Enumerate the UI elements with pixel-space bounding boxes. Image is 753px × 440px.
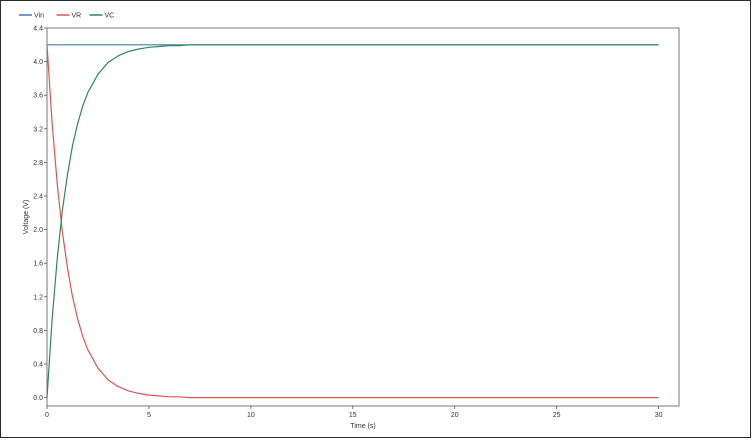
- plot-border: [46, 27, 680, 407]
- y-tick-label: 2.0: [33, 227, 43, 234]
- y-axis-label: Voltage (V): [23, 200, 30, 235]
- y-tick-label: 0.0: [33, 395, 43, 402]
- x-tick-label: 30: [655, 412, 663, 419]
- legend-label: Vin: [34, 13, 44, 20]
- y-tick-label: 0.8: [33, 328, 43, 335]
- line-chart: 0 5 10 15 20 25 30 0.0 0.4 0.8 1.2 1.6 2.0 2.4 2.8 3.2…: [19, 13, 680, 430]
- legend: Vin VR VC: [19, 13, 114, 20]
- x-axis: 0 5 10 15 20 25 30: [45, 406, 663, 419]
- y-tick-label: 4.4: [33, 26, 43, 33]
- y-tick-label: 0.4: [33, 362, 43, 369]
- x-tick-label: 25: [553, 412, 561, 419]
- x-axis-label: Time (s): [350, 423, 375, 430]
- legend-item-vin: Vin: [19, 13, 44, 20]
- y-tick-label: 1.6: [33, 261, 43, 268]
- series-layer: [46, 44, 659, 399]
- legend-label: VR: [72, 13, 82, 20]
- y-tick-label: 1.2: [33, 294, 43, 301]
- x-tick-label: 0: [45, 412, 49, 419]
- y-tick-label: 3.6: [33, 93, 43, 100]
- chart-frame: 0 5 10 15 20 25 30 0.0 0.4 0.8 1.2 1.6 2.0 2.4 2.8 3.2…: [0, 0, 751, 438]
- y-tick-label: 2.4: [33, 194, 43, 201]
- y-tick-label: 2.8: [33, 160, 43, 167]
- series-line-vc: [46, 44, 659, 398]
- legend-item-vc: VC: [89, 13, 115, 20]
- x-tick-label: 10: [247, 412, 255, 419]
- x-tick-label: 15: [349, 412, 357, 419]
- plot-area: [46, 27, 680, 407]
- legend-item-vr: VR: [56, 13, 82, 20]
- series-line-vr: [46, 44, 659, 399]
- legend-label: VC: [105, 13, 115, 20]
- x-tick-label: 5: [147, 412, 151, 419]
- y-tick-label: 3.2: [33, 126, 43, 133]
- x-tick-label: 20: [451, 412, 459, 419]
- y-tick-label: 4.0: [33, 59, 43, 66]
- y-axis: 0.0 0.4 0.8 1.2 1.6 2.0 2.4 2.8 3.2 3.6 4.0 4.4: [33, 26, 47, 402]
